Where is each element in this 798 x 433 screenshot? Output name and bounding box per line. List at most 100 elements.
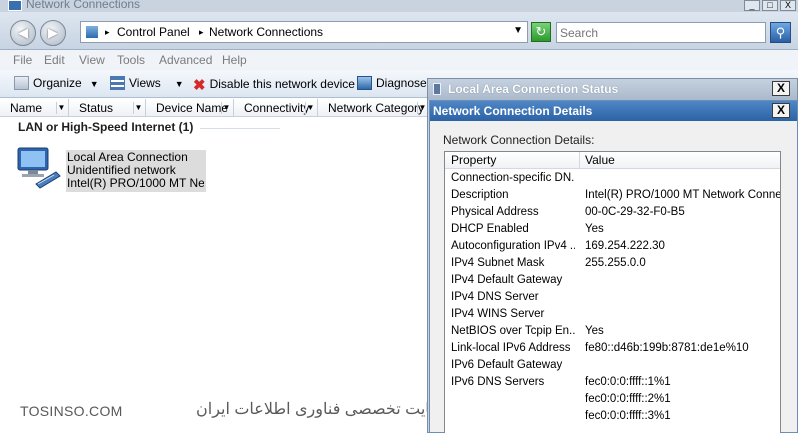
details-row[interactable]: IPv6 Default Gateway	[445, 358, 780, 375]
menu-view[interactable]: View	[79, 53, 105, 67]
back-button[interactable]: ◀	[10, 20, 36, 46]
chevron-down-icon[interactable]: ▼	[221, 102, 231, 114]
details-row[interactable]: fec0:0:0:ffff::3%1	[445, 409, 780, 426]
disable-device-label: Disable this network device	[209, 77, 355, 91]
disable-device-button[interactable]: ✖ Disable this network device	[193, 76, 355, 94]
details-row[interactable]: DHCP Enabled Yes	[445, 222, 780, 239]
breadcrumb-network-connections[interactable]: Network Connections	[209, 25, 323, 39]
breadcrumb-separator-icon[interactable]: ▸	[105, 27, 110, 38]
details-row-property: Physical Address	[451, 206, 539, 218]
refresh-button[interactable]: ↻	[531, 22, 551, 42]
column-connectivity[interactable]: Connectivity ▼	[234, 99, 318, 117]
details-row[interactable]: IPv4 DNS Server	[445, 290, 780, 307]
details-label: Network Connection Details:	[443, 133, 595, 147]
column-status[interactable]: Status ▼	[69, 99, 146, 117]
menu-edit[interactable]: Edit	[44, 53, 65, 67]
column-device-name-label: Device Name	[156, 101, 229, 115]
chevron-down-icon[interactable]: ▼	[417, 102, 427, 114]
menu-file[interactable]: File	[13, 53, 32, 67]
organize-button[interactable]: Organize ▼	[14, 76, 99, 94]
details-row[interactable]: Physical Address 00-0C-29-32-F0-B5	[445, 205, 780, 222]
column-network-category[interactable]: Network Category ▼	[318, 99, 430, 117]
forward-arrow-icon: ▶	[48, 25, 58, 40]
menu-advanced[interactable]: Advanced	[159, 53, 212, 67]
details-list-body: Connection-specific DN... Description Inte…	[445, 171, 780, 426]
chevron-down-icon: ▼	[174, 79, 184, 89]
details-row[interactable]: Description Intel(R) PRO/1000 MT Network …	[445, 188, 780, 205]
value-column-header[interactable]: Value	[585, 153, 615, 167]
close-button[interactable]: X	[780, 0, 796, 11]
column-device-name[interactable]: Device Name ▼	[146, 99, 234, 117]
forward-button[interactable]: ▶	[40, 20, 66, 46]
details-row-property: IPv4 DNS Server	[451, 291, 539, 303]
chevron-down-icon[interactable]: ▼	[56, 102, 66, 114]
details-row-property: Description	[451, 189, 509, 201]
status-dialog-title-bar: Local Area Connection Status X	[428, 79, 797, 100]
disable-x-icon: ✖	[193, 77, 206, 94]
details-row[interactable]: IPv4 WINS Server	[445, 307, 780, 324]
column-headers: Name ▼ Status ▼ Device Name ▼ Connectivity ▼…	[0, 99, 430, 117]
details-row-value: Yes	[585, 325, 604, 337]
status-dialog-close-button[interactable]: X	[772, 81, 790, 96]
details-row-value: 00-0C-29-32-F0-B5	[585, 206, 685, 218]
details-row-property: DHCP Enabled	[451, 223, 529, 235]
search-input[interactable]	[557, 23, 765, 42]
diagnose-label: Diagnose t	[376, 76, 434, 90]
network-connections-icon	[8, 0, 22, 11]
breadcrumb-control-panel[interactable]: Control Panel	[117, 25, 190, 39]
connection-status: Unidentified network	[67, 164, 176, 177]
search-field[interactable]	[556, 22, 766, 43]
details-dialog-title: Network Connection Details	[433, 104, 593, 118]
details-row[interactable]: fec0:0:0:ffff::2%1	[445, 392, 780, 409]
breadcrumb-separator-icon[interactable]: ▸	[199, 27, 204, 38]
details-row-property: IPv4 WINS Server	[451, 308, 545, 320]
details-row[interactable]: Connection-specific DN...	[445, 171, 780, 188]
column-name-label: Name	[10, 101, 43, 115]
group-header[interactable]: LAN or High-Speed Internet (1)	[18, 120, 193, 134]
connection-name: Local Area Connection	[67, 151, 188, 164]
details-row-value: fe80::d46b:199b:8781:de1e%10	[585, 342, 749, 354]
breadcrumb[interactable]: ▸ Control Panel ▸ Network Connections ▼	[80, 21, 528, 43]
details-row[interactable]: IPv4 Default Gateway	[445, 273, 780, 290]
menu-tools[interactable]: Tools	[117, 53, 145, 67]
details-list[interactable]: Property Value Connection-specific DN...…	[444, 151, 781, 433]
diagnose-button[interactable]: Diagnose t	[357, 76, 433, 94]
column-connectivity-label: Connectivity	[244, 101, 310, 115]
details-row[interactable]: IPv6 DNS Servers fec0:0:0:ffff::1%1	[445, 375, 780, 392]
window-title: Network Connections	[26, 0, 141, 11]
column-network-category-label: Network Category	[328, 101, 425, 115]
details-dialog-close-button[interactable]: X	[772, 103, 790, 118]
details-row[interactable]: IPv4 Subnet Mask 255.255.0.0	[445, 256, 780, 273]
details-row[interactable]: Link-local IPv6 Address fe80::d46b:199b:8…	[445, 341, 780, 358]
connection-device: Intel(R) PRO/1000 MT Net...	[67, 177, 204, 190]
minimize-button[interactable]: _	[744, 0, 760, 11]
details-row[interactable]: NetBIOS over Tcpip En... Yes	[445, 324, 780, 341]
chevron-down-icon[interactable]: ▼	[513, 25, 523, 36]
connection-item[interactable]: Local Area Connection Unidentified netwo…	[12, 146, 208, 194]
views-button[interactable]: Views ▼	[110, 76, 184, 94]
chevron-down-icon[interactable]: ▼	[133, 102, 143, 114]
group-divider	[200, 128, 280, 129]
connection-text: Local Area Connection Unidentified netwo…	[66, 150, 206, 192]
menu-help[interactable]: Help	[222, 53, 247, 67]
details-row[interactable]: Autoconfiguration IPv4 ... 169.254.222.30	[445, 239, 780, 256]
property-column-header[interactable]: Property	[451, 153, 496, 167]
title-bar: Network Connections _ □ X	[0, 0, 798, 12]
details-row-value: fec0:0:0:ffff::3%1	[585, 410, 671, 422]
maximize-button[interactable]: □	[762, 0, 778, 11]
details-row-value: 169.254.222.30	[585, 240, 665, 252]
column-separator[interactable]	[579, 152, 580, 169]
details-row-value: Yes	[585, 223, 604, 235]
diagnose-icon	[357, 76, 372, 90]
details-dialog: Network Connection Details X Network Con…	[429, 100, 798, 433]
column-name[interactable]: Name ▼	[0, 99, 69, 117]
search-icon: ⚲	[775, 25, 786, 40]
details-row-property: NetBIOS over Tcpip En...	[451, 325, 575, 337]
search-button[interactable]: ⚲	[770, 22, 791, 43]
details-row-property: Link-local IPv6 Address	[451, 342, 571, 354]
views-icon	[110, 76, 125, 90]
chevron-down-icon[interactable]: ▼	[305, 102, 315, 114]
views-label: Views	[129, 76, 161, 90]
chevron-down-icon: ▼	[89, 79, 99, 89]
network-cable-icon	[433, 83, 441, 95]
